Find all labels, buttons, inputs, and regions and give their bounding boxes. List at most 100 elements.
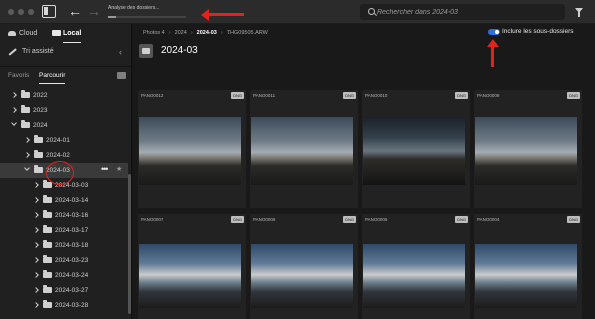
scan-progress-bar [108,16,186,18]
photo-thumbnail[interactable] [363,117,465,185]
folder-tree-item[interactable]: 2024 [0,118,128,133]
folder-tree-item[interactable]: 2022 [0,88,128,103]
photo-thumbnail[interactable] [475,117,577,185]
format-badge: DNG [567,216,580,223]
folder-icon [139,44,153,58]
chevron-right-icon[interactable] [33,212,39,218]
breadcrumb-item-current[interactable]: 2024-03 [197,28,217,38]
add-folder-icon[interactable] [117,72,126,79]
folder-tree-item[interactable]: 2024-01 [0,133,128,148]
folder-tree-item[interactable]: 2024-03-14 [0,193,128,208]
include-subfolders-label[interactable]: Inclure les sous-dossiers [502,27,574,37]
photo-card[interactable]: PANO0010 DNG [362,90,470,208]
format-badge: DNG [455,92,468,99]
chevron-right-icon[interactable] [33,227,39,233]
folder-icon [21,90,30,98]
window-close-button[interactable] [8,9,14,15]
photo-thumbnail[interactable] [363,244,465,308]
photo-filename: PANO0009 [477,93,500,98]
photo-card[interactable]: PANO0006 DNG [250,214,358,319]
breadcrumb-item[interactable]: THG09505.ARW [227,28,268,38]
folder-icon [43,270,52,278]
sidebar-scrollbar[interactable] [128,174,131,314]
folder-tree-label: 2024-03-28 [55,302,89,309]
sidebar-toggle-icon[interactable] [42,5,56,18]
folder-tree-item[interactable]: 2024-03-16 [0,208,128,223]
divider [0,66,131,67]
photo-thumbnail[interactable] [475,244,577,308]
folder-icon [43,300,52,308]
folder-tree-label: 2024-01 [46,137,70,144]
chevron-right-icon[interactable] [33,272,39,278]
photo-card[interactable]: PANO0012 DNG [138,90,246,208]
folder-tree-item[interactable]: 2024-03-28 [0,298,128,313]
chevron-right-icon[interactable] [33,287,39,293]
page-title: 2024-03 [161,45,198,56]
folder-tree-item[interactable]: 2024-03-24 [0,268,128,283]
folder-icon [43,210,52,218]
title-bar: ← → Analyse des dossiers... [0,0,595,24]
collapse-panel-icon[interactable]: ‹ [119,47,122,57]
tab-browse[interactable]: Parcourir [39,71,66,84]
photo-thumbnail[interactable] [251,117,353,185]
folder-tree-item[interactable]: 2024-03-23 [0,253,128,268]
window-minimize-button[interactable] [18,9,24,15]
breadcrumb-separator-icon: › [190,30,193,36]
tab-favorites[interactable]: Favoris [8,71,29,81]
breadcrumb: Photos 4 › 2024 › 2024-03 › THG09505.ARW [143,28,268,38]
photo-filename: PANO0005 [365,217,388,222]
tab-local[interactable]: Local [63,28,82,43]
photo-thumbnail[interactable] [139,244,241,308]
folder-icon [21,105,30,113]
photo-card[interactable]: PANO0004 DNG [474,214,582,319]
folder-tree-label: 2024-03-17 [55,227,89,234]
search-box[interactable] [360,4,565,20]
photo-card[interactable]: PANO0009 DNG [474,90,582,208]
photo-card[interactable]: PANO0005 DNG [362,214,470,319]
chevron-right-icon[interactable] [33,197,39,203]
include-subfolders-toggle[interactable] [488,29,500,35]
photo-filename: PANO0012 [141,93,164,98]
photo-filename: PANO0007 [141,217,164,222]
chevron-right-icon[interactable] [11,92,17,98]
folder-tree-item[interactable]: 2023 [0,103,128,118]
chevron-down-icon[interactable] [11,120,17,126]
chevron-right-icon[interactable] [24,152,30,158]
back-arrow-icon[interactable]: ← [68,3,82,19]
format-badge: DNG [343,216,356,223]
breadcrumb-item[interactable]: 2024 [175,28,187,38]
more-options-icon[interactable]: ••• [101,164,109,174]
breadcrumb-item[interactable]: Photos 4 [143,28,165,38]
search-input[interactable] [377,6,557,18]
chevron-down-icon[interactable] [24,165,30,171]
folder-icon [43,285,52,293]
chevron-right-icon[interactable] [33,182,39,188]
photo-card[interactable]: PANO0011 DNG [250,90,358,208]
folder-tree-label: 2024-03-14 [55,197,89,204]
favorite-star-icon[interactable]: ★ [116,165,122,173]
folder-tree-item[interactable]: 2024-03-18 [0,238,128,253]
photo-card[interactable]: PANO0007 DNG [138,214,246,319]
chevron-right-icon[interactable] [11,107,17,113]
forward-arrow-icon[interactable]: → [87,3,101,19]
annotation-arrow-left-icon [201,8,244,21]
photo-thumbnail[interactable] [251,244,353,308]
chevron-right-icon[interactable] [33,302,39,308]
photo-filename: PANO0011 [253,93,276,98]
folder-tree: 2022 2023 2024 2024-01 2024-02 2024-03 ••• ★ 202… [0,88,131,313]
chevron-right-icon[interactable] [24,137,30,143]
assisted-sort-item[interactable]: Tri assisté [22,46,54,58]
folder-tree-item[interactable]: 2024-03-27 [0,283,128,298]
format-badge: DNG [231,92,244,99]
folder-tree-label: 2022 [33,92,48,99]
window-zoom-button[interactable] [28,9,34,15]
folder-tree-item[interactable]: 2024-03-17 [0,223,128,238]
chevron-right-icon[interactable] [33,242,39,248]
chevron-right-icon[interactable] [33,257,39,263]
filter-icon[interactable] [575,8,583,17]
cloud-icon [8,31,16,36]
tab-cloud[interactable]: Cloud [19,28,37,40]
format-badge: DNG [455,216,468,223]
photo-thumbnail[interactable] [139,117,241,185]
annotation-arrow-up-icon [486,39,499,67]
